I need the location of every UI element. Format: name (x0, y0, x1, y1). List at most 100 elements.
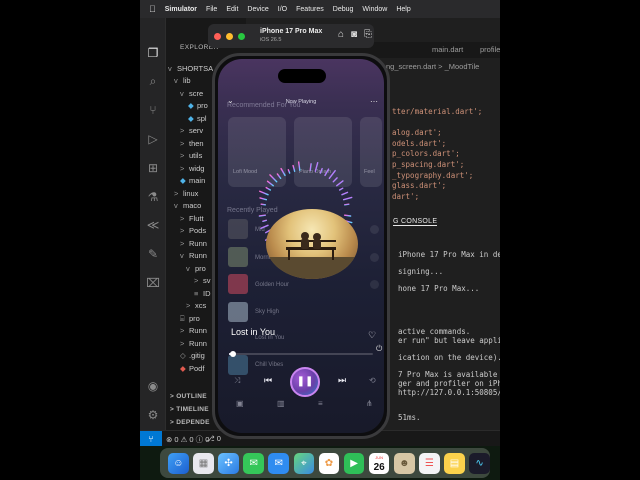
remote-explorer-icon[interactable]: ✎ (145, 246, 161, 262)
run-debug-icon[interactable]: ▷ (145, 131, 161, 147)
nav-queue-icon[interactable]: ≡ (318, 399, 323, 408)
problems-indicator[interactable]: ⊗ 0 ⚠ 0 ⓘ 0 (166, 434, 209, 445)
testing-icon[interactable]: ⚗ (145, 189, 161, 205)
menu-edit[interactable]: Edit (226, 6, 238, 13)
safari-icon[interactable]: ✣ (218, 452, 239, 474)
messages-icon[interactable]: ✉ (243, 452, 264, 474)
remote-icon[interactable]: ⌧ (145, 275, 161, 291)
reminders-icon[interactable]: ☰ (419, 452, 440, 474)
tree-item[interactable]: v maco (174, 201, 201, 210)
source-control-icon[interactable]: ⑂ (145, 102, 161, 118)
tree-item[interactable]: > linux (174, 189, 198, 198)
zoom-window-button[interactable] (238, 33, 245, 40)
menu-debug[interactable]: Debug (333, 6, 354, 13)
settings-gear-icon[interactable]: ⚙ (145, 407, 161, 423)
tree-item[interactable]: ≡ ID (194, 289, 211, 298)
track-play-icon[interactable] (370, 280, 379, 289)
home-icon[interactable]: ⌂ (338, 29, 344, 40)
tree-item[interactable]: ◆ spl (188, 114, 207, 123)
tree-item[interactable]: v lib (174, 76, 191, 85)
tab-debug-console[interactable]: G CONSOLE (393, 218, 438, 226)
photos-icon[interactable]: ✿ (318, 452, 340, 474)
freeform-icon[interactable]: ∿ (469, 452, 490, 474)
more-options-icon[interactable]: ⋯ (370, 97, 378, 106)
extensions-icon[interactable]: ⊞ (145, 160, 161, 176)
menu-features[interactable]: Features (296, 6, 324, 13)
timeline-section[interactable]: > TIMELINE (170, 406, 209, 413)
tree-item[interactable]: > Pods (180, 226, 206, 235)
previous-track-icon[interactable]: ⏮ (264, 375, 272, 386)
ports-indicator[interactable]: ⎇ 0 (206, 434, 221, 443)
tree-item[interactable]: > xcs (186, 301, 206, 310)
maps-icon[interactable]: ⌖ (293, 452, 315, 474)
menu-simulator[interactable]: Simulator (165, 6, 197, 13)
track-play-icon[interactable] (370, 253, 379, 262)
tree-item[interactable]: > sv (194, 276, 211, 285)
repeat-icon[interactable]: ⟲ (369, 376, 376, 385)
breadcrumb[interactable]: ng_screen.dart > _MoodTile (386, 62, 479, 71)
close-window-button[interactable] (214, 33, 221, 40)
nav-library-icon[interactable]: ▣ (236, 399, 244, 408)
calendar-icon[interactable]: JUN 26 (368, 452, 390, 474)
tree-item[interactable]: ◇ .gitig (180, 351, 205, 360)
finder-icon[interactable]: ☺ (168, 452, 189, 474)
tab-main-dart[interactable]: main.dart (432, 45, 463, 54)
visualizer-tick (343, 214, 352, 217)
next-track-icon[interactable]: ⏭ (338, 375, 346, 386)
menu-file[interactable]: File (206, 6, 217, 13)
visualizer-tick (328, 169, 336, 179)
tree-item[interactable]: > utils (180, 151, 202, 160)
outline-section[interactable]: > OUTLINE (170, 393, 207, 400)
tree-item[interactable]: v pro (186, 264, 206, 273)
track-thumbnail (228, 274, 248, 294)
tree-item[interactable]: ◆ main (180, 176, 205, 185)
terminal-line: ication on the device). (398, 353, 500, 362)
tree-item[interactable]: > then (180, 139, 204, 148)
track-thumbnail (228, 355, 248, 375)
track-name: Chill Vibes (255, 362, 284, 368)
track-play-icon[interactable] (370, 225, 379, 234)
mail-icon[interactable]: ✉ (268, 452, 290, 474)
dependencies-section[interactable]: > DEPENDE (170, 419, 210, 426)
tree-item[interactable]: > Runn (180, 339, 207, 348)
apple-menu-icon[interactable]:  (149, 4, 156, 14)
notes-icon[interactable]: ▤ (444, 452, 465, 474)
visualizer-tick (259, 190, 269, 196)
explorer-icon[interactable]: ❐ (145, 45, 161, 61)
remote-indicator[interactable]: ⑂ (140, 431, 162, 447)
favorite-heart-icon[interactable]: ♡ (368, 330, 376, 341)
tree-item[interactable]: ◆ Podf (180, 364, 204, 373)
tree-item[interactable]: > Runn (180, 239, 207, 248)
nav-stats-icon[interactable]: ▥ (277, 399, 285, 408)
facetime-icon[interactable]: ▶ (343, 452, 365, 474)
flutter-icon[interactable]: ≪ (145, 217, 161, 233)
launchpad-icon[interactable]: ▦ (193, 452, 214, 474)
tree-item[interactable]: v Runn (180, 251, 207, 260)
tree-item[interactable]: ◆ pro (188, 101, 208, 110)
audio-output-icon[interactable]: ⏻ (376, 344, 382, 354)
rotate-icon[interactable]: ⎘ (364, 29, 372, 40)
menu-help[interactable]: Help (396, 6, 410, 13)
tree-item[interactable]: > Runn (180, 326, 207, 335)
menu-device[interactable]: Device (247, 6, 268, 13)
search-icon[interactable]: ⌕ (145, 73, 161, 89)
tree-item[interactable]: v scre (180, 89, 203, 98)
tree-item[interactable]: ⌸ pro (180, 314, 200, 324)
menu-io[interactable]: I/O (278, 6, 287, 13)
contacts-icon[interactable]: ☻ (393, 452, 415, 474)
tree-item[interactable]: > serv (180, 126, 203, 135)
screenshot-icon[interactable]: ◙ (351, 29, 357, 40)
tree-item[interactable]: > Flutt (180, 214, 204, 223)
visualizer-tick (260, 224, 269, 229)
account-icon[interactable]: ◉ (145, 378, 161, 394)
nav-share-icon[interactable]: ⋔ (366, 399, 373, 408)
recommended-card[interactable] (360, 117, 382, 187)
playback-progress-bar[interactable] (229, 351, 373, 357)
tree-item[interactable]: > widg (180, 164, 204, 173)
pause-button[interactable]: ❚❚ (290, 367, 320, 397)
workspace-root[interactable]: v SHORTSA (168, 64, 213, 73)
minimize-window-button[interactable] (226, 33, 233, 40)
tab-profile-screen[interactable]: profile_screen.dart (480, 45, 500, 54)
shuffle-icon[interactable]: ⤨ (234, 376, 240, 386)
menu-window[interactable]: Window (362, 6, 387, 13)
